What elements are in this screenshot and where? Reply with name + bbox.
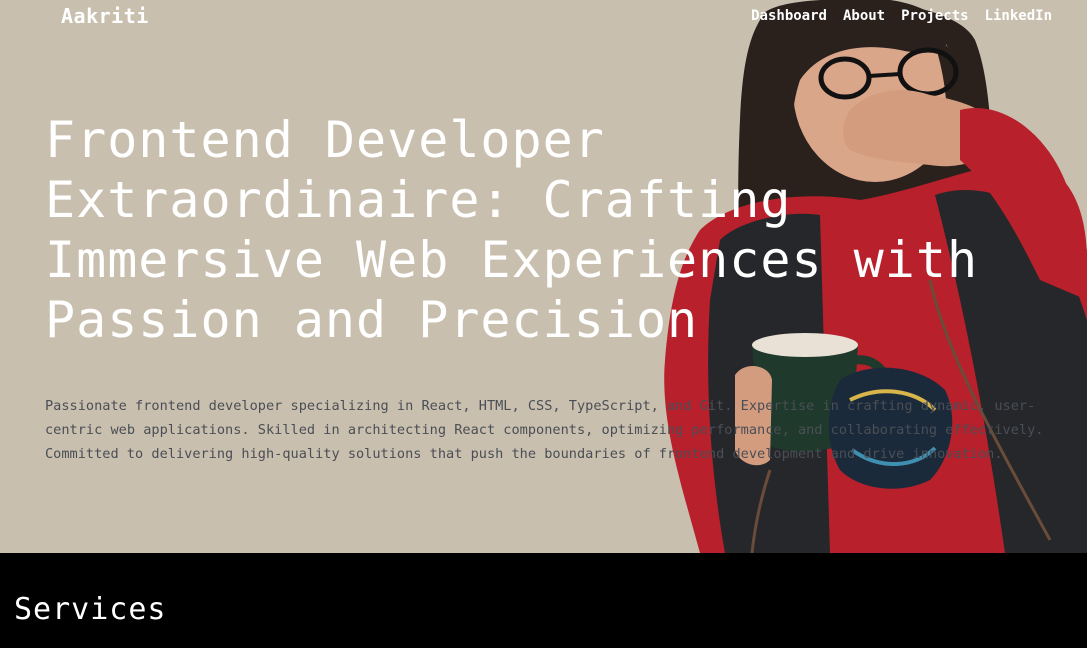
hero-headline: Frontend Developer Extraordinaire: Craft… [45,111,979,349]
nav-link-dashboard[interactable]: Dashboard [751,8,827,24]
nav-link-linkedin[interactable]: LinkedIn [985,8,1052,24]
hero-intro-text: Passionate frontend developer specializi… [45,398,1044,462]
services-title: Services [14,592,167,627]
brand-logo[interactable]: Aakriti [61,4,149,28]
hero-section: Aakriti Dashboard About Projects LinkedI… [0,0,1087,553]
nav-links: Dashboard About Projects LinkedIn [751,8,1052,24]
top-navigation: Aakriti Dashboard About Projects LinkedI… [0,0,1087,34]
nav-link-about[interactable]: About [843,8,885,24]
nav-link-projects[interactable]: Projects [901,8,968,24]
